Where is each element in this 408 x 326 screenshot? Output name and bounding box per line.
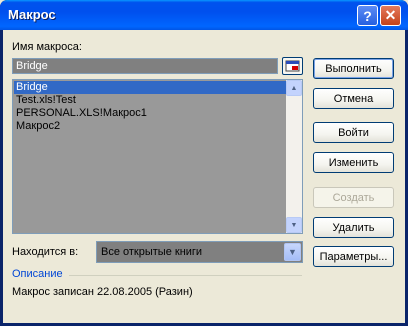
macro-name-input[interactable]: Bridge xyxy=(12,58,278,74)
cancel-button[interactable]: Отмена xyxy=(313,88,394,109)
location-label: Находится в: xyxy=(12,246,79,258)
collapse-dialog-button[interactable] xyxy=(282,57,303,75)
macro-name-label: Имя макроса: xyxy=(12,41,82,53)
macro-list-item[interactable]: PERSONAL.XLS!Макрос1 xyxy=(14,107,286,120)
delete-button[interactable]: Удалить xyxy=(313,217,394,238)
help-icon: ? xyxy=(363,7,372,24)
step-into-button[interactable]: Войти xyxy=(313,122,394,143)
collapse-dialog-icon xyxy=(285,60,300,72)
options-button[interactable]: Параметры... xyxy=(313,246,394,267)
close-button[interactable]: ✕ xyxy=(380,5,401,26)
macro-dialog: Макрос ? ✕ Имя макроса: Bridge Bridge Te… xyxy=(0,0,408,326)
chevron-down-icon: ▼ xyxy=(290,221,298,229)
title-bar[interactable]: Макрос ? ✕ xyxy=(0,0,408,30)
run-button[interactable]: Выполнить xyxy=(313,58,394,79)
window-title: Макрос xyxy=(8,7,56,22)
help-button[interactable]: ? xyxy=(357,5,378,26)
chevron-up-icon: ▲ xyxy=(290,84,298,92)
location-select[interactable]: Все открытые книги ▼ xyxy=(96,241,303,263)
create-button: Создать xyxy=(313,187,394,208)
description-divider xyxy=(69,275,302,276)
dialog-body: Имя макроса: Bridge Bridge Test.xls!Test… xyxy=(3,30,405,323)
chevron-down-icon: ▼ xyxy=(288,247,297,257)
macro-list-item[interactable]: Test.xls!Test xyxy=(14,94,286,107)
scroll-down-button[interactable]: ▼ xyxy=(286,217,302,233)
location-value: Все открытые книги xyxy=(101,246,203,258)
scroll-up-button[interactable]: ▲ xyxy=(286,80,302,96)
macro-name-value: Bridge xyxy=(16,60,48,72)
macro-list[interactable]: Bridge Test.xls!Test PERSONAL.XLS!Макрос… xyxy=(12,79,303,234)
location-dropdown-button[interactable]: ▼ xyxy=(284,243,301,261)
description-section-label: Описание xyxy=(12,268,63,280)
macro-list-item[interactable]: Bridge xyxy=(14,81,286,94)
macro-list-scrollbar[interactable]: ▲ ▼ xyxy=(286,80,302,233)
edit-button[interactable]: Изменить xyxy=(313,152,394,173)
description-text: Макрос записан 22.08.2005 (Разин) xyxy=(12,286,193,298)
macro-list-item[interactable]: Макрос2 xyxy=(14,120,286,133)
close-icon: ✕ xyxy=(384,7,397,23)
